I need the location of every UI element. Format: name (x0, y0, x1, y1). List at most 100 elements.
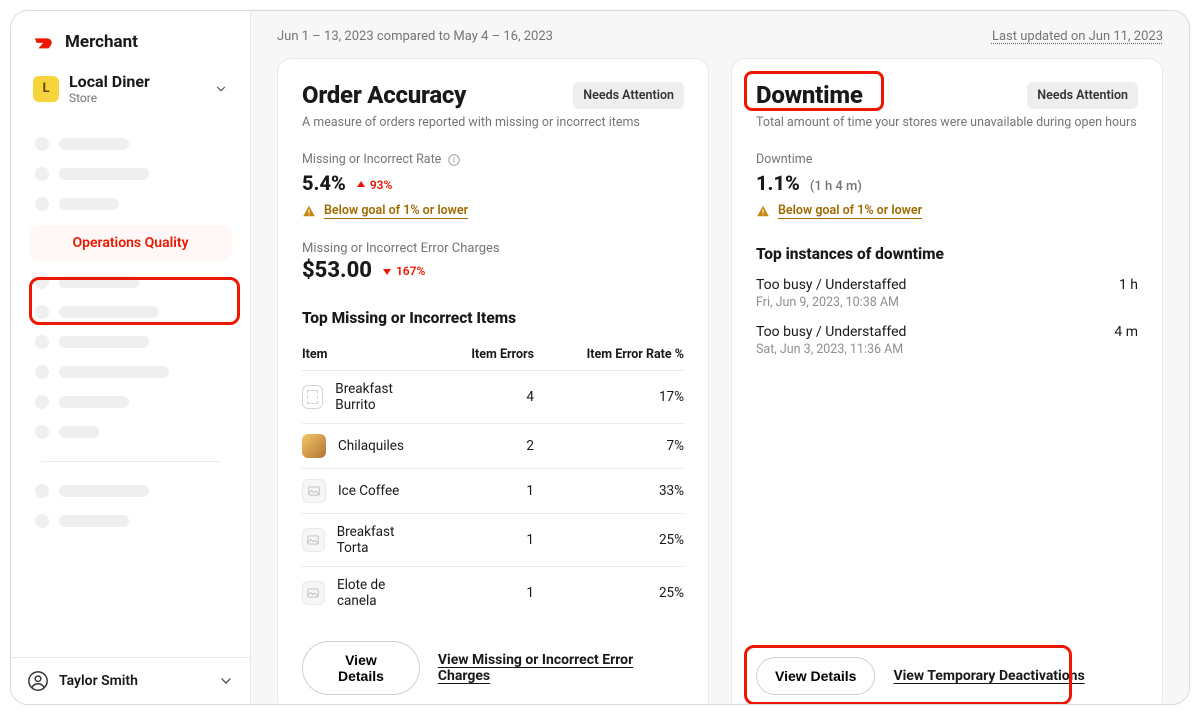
item-error-rate: 25% (534, 585, 684, 601)
item-error-rate: 33% (534, 483, 684, 499)
image-placeholder-icon (306, 533, 320, 547)
store-picker[interactable]: L Local Diner Store (11, 65, 250, 123)
item-name: Ice Coffee (338, 483, 399, 499)
item-errors: 2 (424, 438, 534, 454)
item-error-rate: 7% (534, 438, 684, 454)
chevron-down-icon (214, 82, 228, 96)
downtime-when: Sat, Jun 3, 2023, 11:36 AM (756, 342, 1114, 357)
goal-warning[interactable]: Below goal of 1% or lower (302, 203, 684, 219)
nav-skeleton-row (23, 327, 238, 357)
brand-name: Merchant (65, 32, 138, 52)
user-icon (27, 670, 49, 692)
nav-skeleton-row (23, 267, 238, 297)
col-errors: Item Errors (424, 347, 534, 362)
item-thumbnail (302, 581, 325, 605)
table-row[interactable]: Breakfast Burrito 4 17% (302, 370, 684, 423)
downtime-instance[interactable]: Too busy / Understaffed Sat, Jun 3, 2023… (756, 324, 1138, 357)
date-range: Jun 1 – 13, 2023 compared to May 4 – 16,… (277, 29, 553, 44)
view-temp-deactivations-link[interactable]: View Temporary Deactivations (893, 668, 1084, 684)
nav-skeleton-row (23, 297, 238, 327)
view-details-button[interactable]: View Details (302, 641, 420, 695)
doordash-logo-icon (33, 31, 55, 53)
item-errors: 1 (424, 585, 534, 601)
status-badge: Needs Attention (1027, 82, 1138, 109)
item-thumbnail (302, 528, 325, 552)
item-errors: 1 (424, 483, 534, 499)
item-errors: 4 (424, 389, 534, 405)
item-thumbnail (302, 385, 323, 409)
item-errors: 1 (424, 532, 534, 548)
order-accuracy-card: Order Accuracy Needs Attention A measure… (277, 58, 709, 704)
nav-skeleton-row (23, 476, 238, 506)
status-badge: Needs Attention (573, 82, 684, 109)
user-name: Taylor Smith (59, 673, 138, 689)
item-name: Breakfast Torta (337, 524, 424, 556)
downtime-duration: 4 m (1114, 324, 1138, 340)
charges-delta: 167% (382, 264, 425, 278)
missing-rate-delta: 93% (356, 178, 393, 192)
downtime-instance[interactable]: Too busy / Understaffed Fri, Jun 9, 2023… (756, 277, 1138, 310)
nav-skeleton-row (23, 159, 238, 189)
view-error-charges-link[interactable]: View Missing or Incorrect Error Charges (438, 652, 684, 684)
item-name: Chilaquiles (338, 438, 404, 454)
arrow-down-icon (382, 266, 392, 276)
missing-rate-label: Missing or Incorrect Rate (302, 152, 441, 167)
nav-skeleton-row (23, 417, 238, 447)
brand: Merchant (11, 11, 250, 65)
downtime-subtitle: Total amount of time your stores were un… (756, 115, 1138, 130)
image-placeholder-icon (306, 586, 320, 600)
top-items-heading: Top Missing or Incorrect Items (302, 309, 684, 327)
nav-skeleton-row (23, 387, 238, 417)
item-error-rate: 25% (534, 532, 684, 548)
order-accuracy-subtitle: A measure of orders reported with missin… (302, 115, 684, 130)
item-thumbnail (302, 479, 326, 503)
downtime-card: Downtime Needs Attention Total amount of… (731, 58, 1163, 704)
table-row[interactable]: Elote de canela 1 25% (302, 566, 684, 619)
nav-skeleton-row (23, 189, 238, 219)
downtime-reason: Too busy / Understaffed (756, 324, 1114, 340)
nav-item-operations-quality[interactable]: Operations Quality (29, 225, 232, 261)
table-row[interactable]: Ice Coffee 1 33% (302, 468, 684, 513)
downtime-when: Fri, Jun 9, 2023, 10:38 AM (756, 295, 1119, 310)
nav-skeleton-row (23, 129, 238, 159)
downtime-title: Downtime (756, 81, 863, 109)
charges-label: Missing or Incorrect Error Charges (302, 241, 684, 256)
store-name: Local Diner (69, 73, 150, 91)
top-items-table: Item Item Errors Item Error Rate % Break… (302, 339, 684, 619)
info-icon[interactable] (447, 153, 461, 167)
user-menu[interactable]: Taylor Smith (11, 657, 250, 704)
charges-value: $53.00 (302, 258, 372, 283)
warning-icon (302, 204, 316, 218)
downtime-reason: Too busy / Understaffed (756, 277, 1119, 293)
downtime-value: 1.1% (756, 171, 800, 195)
item-thumbnail (302, 434, 326, 458)
topbar: Jun 1 – 13, 2023 compared to May 4 – 16,… (277, 29, 1163, 44)
sidebar-nav: Operations Quality (11, 123, 250, 536)
sidebar: Merchant L Local Diner Store Operations … (11, 11, 251, 704)
main-content: Jun 1 – 13, 2023 compared to May 4 – 16,… (251, 11, 1189, 704)
item-name: Elote de canela (337, 577, 424, 609)
nav-skeleton-row (23, 506, 238, 536)
downtime-duration: (1 h 4 m) (810, 179, 862, 194)
table-row[interactable]: Chilaquiles 2 7% (302, 423, 684, 468)
item-name: Breakfast Burrito (335, 381, 424, 413)
downtime-label: Downtime (756, 152, 812, 167)
downtime-instances-heading: Top instances of downtime (756, 245, 1138, 263)
chevron-down-icon (218, 673, 234, 689)
col-item: Item (302, 347, 424, 362)
table-row[interactable]: Breakfast Torta 1 25% (302, 513, 684, 566)
nav-skeleton-row (23, 357, 238, 387)
view-details-button[interactable]: View Details (756, 657, 875, 695)
store-subtitle: Store (69, 91, 150, 105)
store-avatar: L (33, 76, 59, 102)
missing-rate-value: 5.4% (302, 171, 346, 195)
warning-icon (756, 204, 770, 218)
arrow-up-icon (356, 180, 366, 190)
downtime-duration: 1 h (1119, 277, 1138, 293)
order-accuracy-title: Order Accuracy (302, 81, 466, 109)
col-error-rate: Item Error Rate % (534, 347, 684, 362)
item-error-rate: 17% (534, 389, 684, 405)
image-placeholder-icon (307, 484, 321, 498)
last-updated: Last updated on Jun 11, 2023 (992, 29, 1163, 44)
goal-warning[interactable]: Below goal of 1% or lower (756, 203, 1138, 219)
